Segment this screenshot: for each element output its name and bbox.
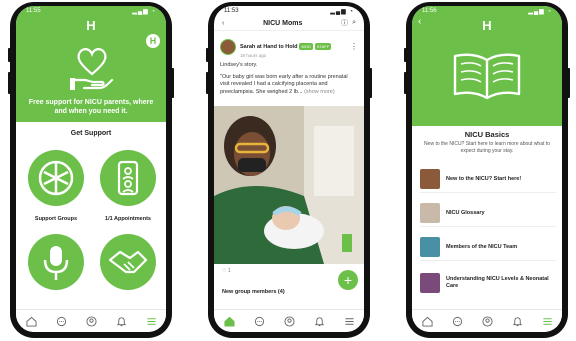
home-icon[interactable] <box>421 316 433 327</box>
group-title: NICU Moms <box>263 19 303 27</box>
support-groups-card[interactable] <box>28 150 84 206</box>
profile-icon[interactable] <box>481 315 493 327</box>
chat-icon[interactable] <box>254 316 265 327</box>
info-icon[interactable]: ⓘ <box>341 18 348 28</box>
bell-icon[interactable] <box>314 316 325 327</box>
author-avatar[interactable] <box>220 38 236 55</box>
app-logo: H <box>482 18 492 33</box>
more-options-icon[interactable]: ⋮ <box>350 42 358 51</box>
item-label: Members of the NICU Team <box>446 243 518 250</box>
mod-tag: MOD <box>299 43 313 50</box>
menu-icon[interactable] <box>542 316 553 327</box>
appointments-card[interactable] <box>100 150 156 206</box>
profile-badge[interactable]: H <box>146 34 160 48</box>
podcast-card[interactable] <box>28 234 84 290</box>
video-call-icon <box>117 160 139 196</box>
item-thumbnail <box>420 237 440 257</box>
microphone-icon <box>43 246 69 280</box>
hero-banner: 11:56 ▂▄▆ ◔ H ‹ <box>412 6 562 126</box>
phone-group-feed: 11:53 ▂▄▆ ◔ ‹ NICU Moms ⓘ ⌕ Sarah at Hand… <box>206 2 372 338</box>
status-time: 11:56 <box>422 8 437 14</box>
back-icon[interactable]: ‹ <box>418 16 421 27</box>
phone-nicu-basics: 11:56 ▂▄▆ ◔ H ‹ NICU Basics New to the NI… <box>404 2 570 338</box>
show-more-link[interactable]: (show more) <box>304 89 335 95</box>
hero-tagline: Free support for NICU parents, where and… <box>28 99 154 115</box>
staff-tag: STAFF <box>314 43 332 50</box>
list-item[interactable]: Understanding NICU Levels & Neonatal Car… <box>420 270 556 296</box>
item-label: New to the NICU? Start here! <box>446 175 522 182</box>
handshake-icon <box>108 250 148 274</box>
appointments-label: 1/1 Appointments <box>105 216 151 222</box>
status-time: 11:53 <box>224 8 239 14</box>
list-item[interactable]: NICU Glossary <box>420 200 556 227</box>
list-item[interactable]: Members of the NICU Team <box>420 234 556 261</box>
menu-icon[interactable] <box>344 316 355 327</box>
mother-and-baby-photo <box>214 106 364 264</box>
post-time: 18 hours ago <box>240 53 267 58</box>
bell-icon[interactable] <box>512 316 523 327</box>
author-name[interactable]: Sarah at Hand to Hold <box>240 44 297 50</box>
open-book-icon <box>453 53 521 100</box>
chat-icon[interactable] <box>452 316 463 327</box>
post-body: "Our baby girl was born early after a ro… <box>214 74 364 97</box>
add-post-button[interactable]: + <box>338 270 358 290</box>
menu-icon[interactable] <box>146 316 157 327</box>
item-thumbnail <box>420 203 440 223</box>
item-thumbnail <box>420 273 440 293</box>
nicu-basics-subtitle: New to the NICU? Start here to learn mor… <box>424 141 550 154</box>
profile-icon[interactable] <box>85 315 97 327</box>
tab-bar <box>214 309 364 332</box>
get-support-heading: Get Support <box>70 130 112 137</box>
post-photo[interactable] <box>214 106 364 264</box>
item-thumbnail <box>420 169 440 189</box>
new-members-heading[interactable]: New group members (4) <box>222 289 285 295</box>
peer-mentor-card[interactable] <box>100 234 156 290</box>
home-icon[interactable] <box>25 316 37 327</box>
app-logo: H <box>86 18 96 33</box>
chat-icon[interactable] <box>56 316 67 327</box>
hands-together-icon <box>38 160 74 196</box>
status-time: 11:55 <box>26 8 41 14</box>
search-icon[interactable]: ⌕ <box>352 19 356 27</box>
post-author-row: Sarah at Hand to Hold MOD STAFF 18 hours a… <box>214 31 364 62</box>
list-item[interactable]: New to the NICU? Start here! <box>420 166 556 193</box>
profile-icon[interactable] <box>283 315 295 327</box>
group-header: ‹ NICU Moms ⓘ ⌕ <box>214 16 364 31</box>
heart-in-hand-icon <box>70 48 114 90</box>
home-icon[interactable] <box>223 316 235 327</box>
tab-bar <box>412 309 562 332</box>
item-label: Understanding NICU Levels & Neonatal Car… <box>446 276 549 289</box>
like-count[interactable]: ♡ 1 <box>222 268 231 274</box>
story-title: Lindsey's story. <box>220 62 258 68</box>
nicu-basics-title: NICU Basics <box>464 130 510 139</box>
phone-get-support: 11:55 ▂▄▆ ◔ H H Free support for NICU par… <box>8 2 174 338</box>
support-groups-label: Support Groups <box>34 216 78 222</box>
hero-banner: 11:55 ▂▄▆ ◔ H H Free support for NICU par… <box>16 6 166 122</box>
tab-bar <box>16 309 166 332</box>
item-label: NICU Glossary <box>446 209 485 216</box>
bell-icon[interactable] <box>116 316 127 327</box>
